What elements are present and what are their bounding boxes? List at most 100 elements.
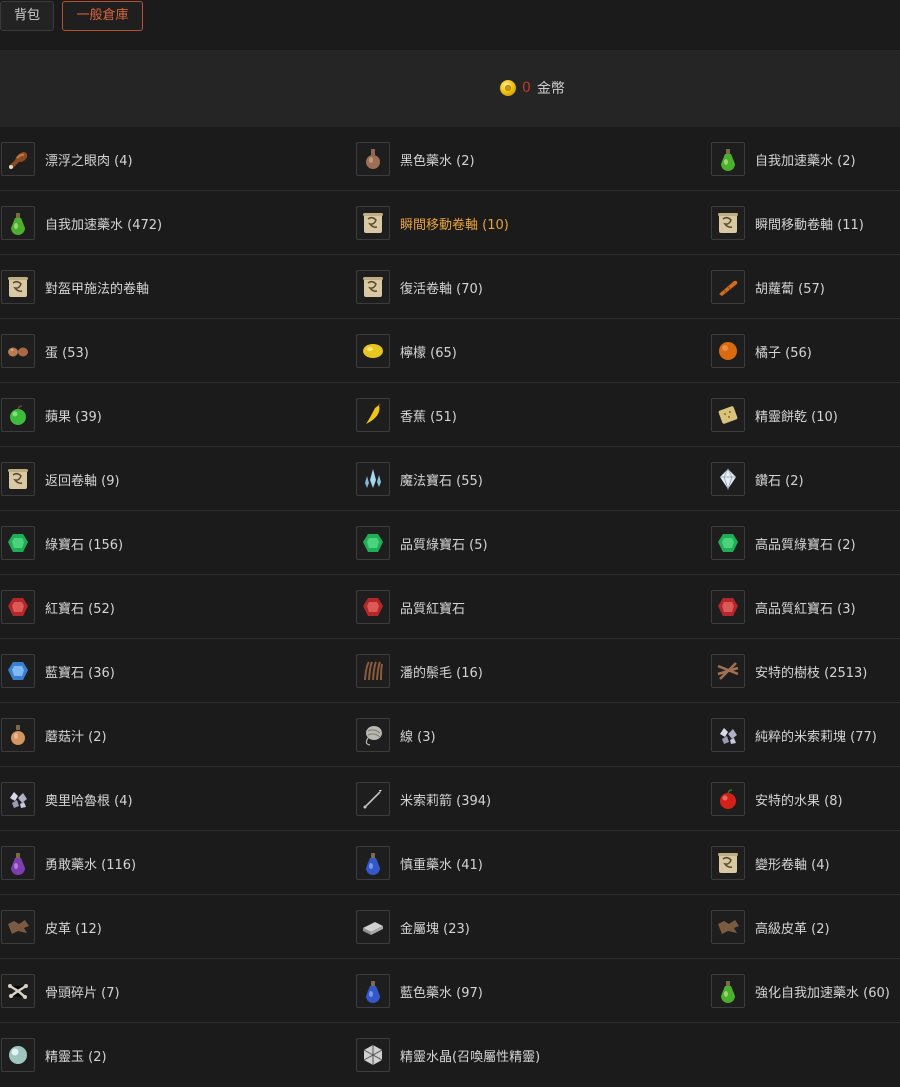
storage-item[interactable]: 復活卷軸 (70) (355, 255, 695, 319)
item-row: 蘑菇汁 (2) 線 (3) 純粹的米索莉塊 (77) (0, 703, 900, 767)
storage-item[interactable]: 慎重藥水 (41) (355, 831, 695, 895)
storage-item[interactable]: 自我加速藥水 (2) (710, 127, 900, 191)
item-label: 對盔甲施法的卷軸 (45, 281, 150, 297)
tab-backpack[interactable]: 背包 (0, 1, 54, 31)
storage-item[interactable]: 橘子 (56) (710, 319, 900, 383)
ruby-icon (1, 590, 35, 624)
storage-item[interactable]: 米索莉箭 (394) (355, 767, 695, 831)
item-row: 自我加速藥水 (472) 瞬間移動卷軸 (10) 瞬間移動卷軸 (11) (0, 191, 900, 255)
item-label: 慎重藥水 (41) (400, 857, 483, 873)
item-row: 綠寶石 (156) 品質綠寶石 (5) 高品質綠寶石 (2) (0, 511, 900, 575)
storage-item[interactable]: 蘋果 (39) (0, 383, 340, 447)
storage-item[interactable]: 皮革 (12) (0, 895, 340, 959)
storage-item[interactable]: 強化自我加速藥水 (60) (710, 959, 900, 1023)
storage-item[interactable]: 胡蘿蔔 (57) (710, 255, 900, 319)
item-label: 變形卷軸 (4) (755, 857, 830, 873)
storage-item[interactable]: 漂浮之眼肉 (4) (0, 127, 340, 191)
item-label: 胡蘿蔔 (57) (755, 281, 825, 297)
carrot-icon (711, 270, 745, 304)
storage-item[interactable]: 高品質綠寶石 (2) (710, 511, 900, 575)
item-label: 高品質綠寶石 (2) (755, 537, 856, 553)
egg-icon (1, 334, 35, 368)
storage-item[interactable]: 魔法寶石 (55) (355, 447, 695, 511)
storage-item[interactable]: 紅寶石 (52) (0, 575, 340, 639)
item-label: 品質綠寶石 (5) (400, 537, 488, 553)
storage-item[interactable]: 鑽石 (2) (710, 447, 900, 511)
storage-item[interactable]: 蘑菇汁 (2) (0, 703, 340, 767)
currency-bar: 0 金幣 (0, 50, 900, 127)
storage-item[interactable]: 精靈餅乾 (10) (710, 383, 900, 447)
storage-item[interactable]: 藍寶石 (36) (0, 639, 340, 703)
item-label: 橘子 (56) (755, 345, 812, 361)
storage-item[interactable]: 高級皮革 (2) (710, 895, 900, 959)
storage-item[interactable]: 蛋 (53) (0, 319, 340, 383)
biscuit-icon (711, 398, 745, 432)
item-row: 漂浮之眼肉 (4) 黑色藥水 (2) 自我加速藥水 (2) (0, 127, 900, 191)
item-label: 魔法寶石 (55) (400, 473, 483, 489)
ore-icon (1, 782, 35, 816)
item-label: 皮革 (12) (45, 921, 102, 937)
emerald-icon (1, 526, 35, 560)
storage-item[interactable]: 變形卷軸 (4) (710, 831, 900, 895)
leather-icon (711, 910, 745, 944)
item-label: 蘑菇汁 (2) (45, 729, 107, 745)
storage-item[interactable]: 返回卷軸 (9) (0, 447, 340, 511)
storage-item[interactable]: 潘的鬃毛 (16) (355, 639, 695, 703)
item-label: 鑽石 (2) (755, 473, 804, 489)
scroll-icon (711, 206, 745, 240)
item-label: 安特的水果 (8) (755, 793, 843, 809)
item-row: 蛋 (53) 檸檬 (65) 橘子 (56) (0, 319, 900, 383)
orange-icon (711, 334, 745, 368)
item-label: 綠寶石 (156) (45, 537, 124, 553)
item-row: 精靈玉 (2) 精靈水晶(召喚屬性精靈) (0, 1023, 900, 1087)
item-label: 潘的鬃毛 (16) (400, 665, 483, 681)
diamond-icon (711, 462, 745, 496)
blue-potion-icon (356, 846, 390, 880)
storage-item[interactable]: 綠寶石 (156) (0, 511, 340, 575)
storage-item[interactable]: 骨頭碎片 (7) (0, 959, 340, 1023)
storage-item[interactable]: 精靈玉 (2) (0, 1023, 340, 1087)
storage-item[interactable]: 安特的水果 (8) (710, 767, 900, 831)
storage-item[interactable]: 精靈水晶(召喚屬性精靈) (355, 1023, 695, 1087)
storage-item[interactable]: 安特的樹枝 (2513) (710, 639, 900, 703)
storage-item[interactable]: 奧里哈魯根 (4) (0, 767, 340, 831)
storage-item[interactable]: 檸檬 (65) (355, 319, 695, 383)
pearl-icon (1, 1038, 35, 1072)
item-label: 瞬間移動卷軸 (11) (755, 217, 864, 233)
storage-item[interactable]: 對盔甲施法的卷軸 (0, 255, 340, 319)
item-label: 奧里哈魯根 (4) (45, 793, 133, 809)
storage-item[interactable]: 自我加速藥水 (472) (0, 191, 340, 255)
storage-item[interactable]: 金屬塊 (23) (355, 895, 695, 959)
mushroom-juice-icon (1, 718, 35, 752)
gold-coin-icon (500, 80, 516, 96)
storage-item[interactable]: 香蕉 (51) (355, 383, 695, 447)
purple-potion-icon (1, 846, 35, 880)
storage-item[interactable]: 純粹的米索莉塊 (77) (710, 703, 900, 767)
item-label: 純粹的米索莉塊 (77) (755, 729, 877, 745)
green-potion-icon (1, 206, 35, 240)
item-label: 蘋果 (39) (45, 409, 102, 425)
storage-item[interactable]: 品質綠寶石 (5) (355, 511, 695, 575)
storage-item[interactable]: 高品質紅寶石 (3) (710, 575, 900, 639)
thread-icon (356, 718, 390, 752)
item-label: 勇敢藥水 (116) (45, 857, 137, 873)
item-label: 檸檬 (65) (400, 345, 457, 361)
green-potion-icon (711, 142, 745, 176)
storage-item-grid: 漂浮之眼肉 (4) 黑色藥水 (2) 自我加速藥水 (2) 自我加速藥水 (472) 瞬… (0, 127, 900, 1087)
storage-item[interactable]: 藍色藥水 (97) (355, 959, 695, 1023)
scroll-icon (1, 462, 35, 496)
item-label: 品質紅寶石 (400, 601, 466, 617)
item-label: 蛋 (53) (45, 345, 89, 361)
storage-item[interactable]: 瞬間移動卷軸 (11) (710, 191, 900, 255)
storage-item[interactable]: 品質紅寶石 (355, 575, 695, 639)
tab-general-storage[interactable]: 一般倉庫 (62, 1, 143, 31)
item-label: 安特的樹枝 (2513) (755, 665, 868, 681)
item-label: 米索莉箭 (394) (400, 793, 492, 809)
item-label: 瞬間移動卷軸 (10) (400, 217, 509, 233)
branch-icon (711, 654, 745, 688)
storage-item[interactable]: 瞬間移動卷軸 (10) (355, 191, 695, 255)
lemon-icon (356, 334, 390, 368)
storage-item[interactable]: 線 (3) (355, 703, 695, 767)
storage-item[interactable]: 黑色藥水 (2) (355, 127, 695, 191)
storage-item[interactable]: 勇敢藥水 (116) (0, 831, 340, 895)
